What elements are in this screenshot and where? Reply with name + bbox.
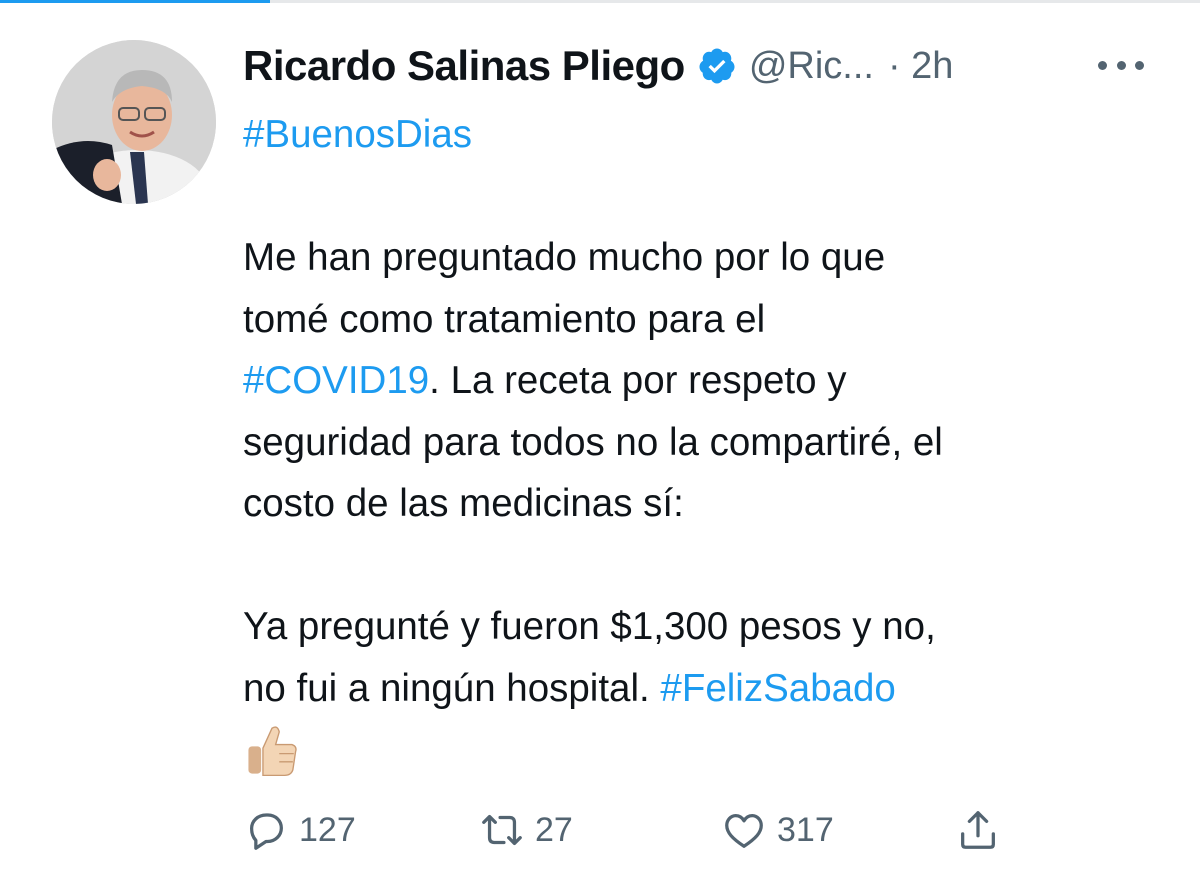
tweet-line: tomé como tratamiento para el bbox=[243, 297, 766, 341]
tweet-text: #BuenosDias Me han preguntado mucho por … bbox=[243, 104, 1173, 779]
like-button[interactable]: 317 bbox=[721, 800, 834, 860]
tweet-line: Ya pregunté y fueron $1,300 pesos y no, bbox=[243, 605, 936, 648]
reply-button[interactable]: 127 bbox=[243, 800, 356, 860]
tweet-line-text: no fui a ningún hospital. bbox=[243, 666, 650, 710]
retweet-count: 27 bbox=[535, 810, 573, 849]
tweet-line: seguridad para todos no la compartiré, e… bbox=[243, 420, 943, 464]
verified-badge-icon bbox=[699, 48, 735, 84]
reply-count: 127 bbox=[299, 810, 356, 849]
tweet-line: no fui a ningún hospital. #FelizSabado bbox=[243, 658, 1173, 720]
tweet-line: costo de las medicinas sí: bbox=[243, 482, 684, 525]
share-button[interactable] bbox=[955, 800, 1001, 860]
avatar[interactable] bbox=[52, 40, 216, 204]
avatar-photo bbox=[52, 40, 216, 204]
dot bbox=[1135, 60, 1144, 70]
tweet-actions: 127 27 317 bbox=[243, 800, 1143, 860]
top-accent-bar bbox=[0, 0, 270, 3]
hashtag-link[interactable]: #COVID19 bbox=[243, 359, 429, 402]
tweet-header: Ricardo Salinas Pliego @Ric... · 2h bbox=[243, 38, 953, 94]
thumbs-up-emoji-icon bbox=[248, 726, 297, 777]
more-options-icon[interactable] bbox=[1098, 50, 1144, 80]
author-name[interactable]: Ricardo Salinas Pliego bbox=[243, 42, 685, 90]
hashtag-link[interactable]: #FelizSabado bbox=[660, 667, 895, 710]
hashtag-link[interactable]: #BuenosDias bbox=[243, 113, 472, 156]
heart-icon bbox=[725, 813, 763, 848]
share-icon bbox=[961, 811, 995, 849]
dot bbox=[1098, 60, 1107, 70]
tweet-line: #COVID19. La receta por respeto y bbox=[243, 350, 1173, 412]
author-handle[interactable]: @Ric... bbox=[749, 45, 874, 88]
reply-icon bbox=[249, 813, 283, 850]
tweet-line: Me han preguntado mucho por lo que bbox=[243, 236, 886, 279]
timestamp[interactable]: · 2h bbox=[888, 45, 953, 88]
tweet-line-text: . La receta por respeto y bbox=[429, 359, 847, 402]
retweet-button[interactable]: 27 bbox=[479, 800, 573, 860]
like-count: 317 bbox=[777, 810, 834, 849]
retweet-icon bbox=[482, 814, 522, 846]
dot bbox=[1116, 60, 1126, 70]
